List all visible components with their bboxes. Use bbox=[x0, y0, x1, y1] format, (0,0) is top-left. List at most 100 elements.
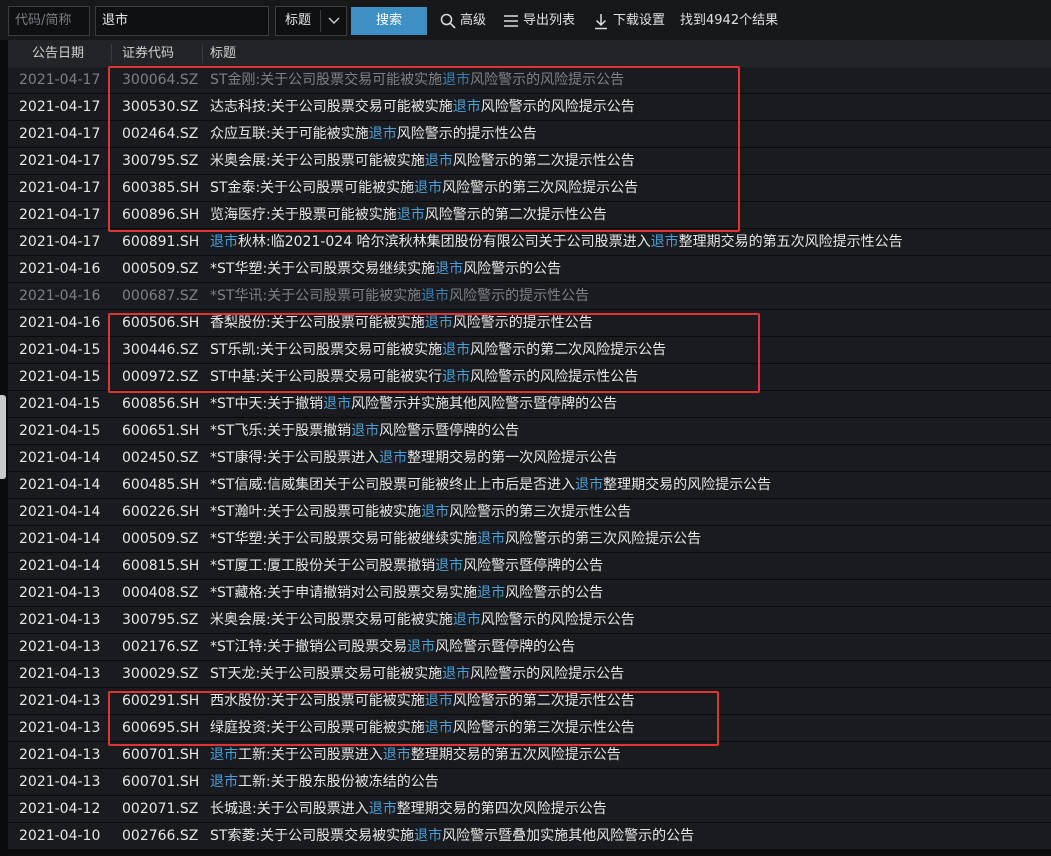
announcement-title[interactable]: *ST康得:关于公司股票进入退市整理期交易的第一次风险提示公告 bbox=[210, 445, 617, 471]
keyword-highlight: 退市 bbox=[442, 342, 471, 358]
announcement-title[interactable]: 米奥会展:关于公司股票可能被实施退市风险警示的第二次提示性公告 bbox=[210, 148, 635, 174]
table-row[interactable]: 2021-04-17 600385.SH ST金泰:关于公司股票可能被实施退市风险警… bbox=[8, 175, 1051, 201]
title-text: 整理期交易的第四次风险提示公告 bbox=[396, 801, 607, 817]
security-code: 002176.SZ bbox=[122, 639, 199, 655]
table-row[interactable]: 2021-04-15 600856.SH *ST中天:关于撤销退市风险警示并实施其他… bbox=[8, 391, 1051, 417]
announcement-date: 2021-04-12 bbox=[19, 801, 101, 817]
announcement-title[interactable]: 众应互联:关于可能被实施退市风险警示的提示性公告 bbox=[210, 121, 537, 147]
security-code: 002766.SZ bbox=[122, 828, 199, 844]
announcement-title[interactable]: ST金泰:关于公司股票可能被实施退市风险警示的第三次风险提示公告 bbox=[210, 175, 638, 201]
security-code: 300795.SZ bbox=[122, 612, 199, 628]
column-divider[interactable] bbox=[111, 44, 112, 63]
table-row[interactable]: 2021-04-13 600701.SH 退市工新:关于公司股票进入退市整理期交易的… bbox=[8, 742, 1051, 768]
sidebar-collapse-handle[interactable] bbox=[0, 395, 6, 479]
announcement-title[interactable]: 退市工新:关于公司股票进入退市整理期交易的第五次风险提示公告 bbox=[210, 742, 621, 768]
title-text: 众应互联:关于可能被实施 bbox=[210, 126, 369, 142]
announcement-title[interactable]: ST天龙:关于公司股票交易可能被实施退市风险警示的风险提示公告 bbox=[210, 661, 624, 687]
announcement-title[interactable]: *ST华塑:关于公司股票交易继续实施退市风险警示的公告 bbox=[210, 256, 561, 282]
search-field-select[interactable]: 标题 bbox=[275, 6, 347, 36]
search-button[interactable]: 搜索 bbox=[351, 7, 427, 35]
announcement-title[interactable]: 达志科技:关于公司股票交易可能被实施退市风险警示的风险提示公告 bbox=[210, 94, 635, 120]
table-row[interactable]: 2021-04-17 300530.SZ 达志科技:关于公司股票交易可能被实施退市风… bbox=[8, 94, 1051, 120]
announcement-title[interactable]: 长城退:关于公司股票进入退市整理期交易的第四次风险提示公告 bbox=[210, 796, 607, 822]
title-text: 风险警示的风险提示公告 bbox=[480, 99, 635, 115]
announcement-date: 2021-04-13 bbox=[19, 774, 101, 790]
column-header-title[interactable]: 标题 bbox=[210, 40, 236, 67]
table-row[interactable]: 2021-04-17 600896.SH 览海医疗:关于股票可能被实施退市风险警示的… bbox=[8, 202, 1051, 228]
announcement-title[interactable]: ST中基:关于公司股票交易可能被实行退市风险警示的风险提示性公告 bbox=[210, 364, 638, 390]
table-row[interactable]: 2021-04-14 600485.SH *ST信威:信威集团关于公司股票可能被终止… bbox=[8, 472, 1051, 498]
table-row[interactable]: 2021-04-16 000509.SZ *ST华塑:关于公司股票交易继续实施退市风… bbox=[8, 256, 1051, 282]
table-row[interactable]: 2021-04-13 300795.SZ 米奥会展:关于公司股票交易可能被实施退市风… bbox=[8, 607, 1051, 633]
announcement-title[interactable]: *ST藏格:关于申请撤销对公司股票交易实施退市风险警示的公告 bbox=[210, 580, 603, 606]
column-divider[interactable] bbox=[202, 44, 203, 63]
announcement-title[interactable]: 西水股份:关于公司股票可能被实施退市风险警示的第二次提示性公告 bbox=[210, 688, 635, 714]
announcement-date: 2021-04-13 bbox=[19, 585, 101, 601]
announcement-title[interactable]: ST索菱:关于公司股票交易被实施退市风险警示暨叠加实施其他风险警示的公告 bbox=[210, 823, 694, 849]
announcement-title[interactable]: ST金刚:关于公司股票交易可能被实施退市风险警示的风险提示公告 bbox=[210, 67, 624, 93]
keyword-search-input[interactable]: 退市 bbox=[95, 6, 269, 36]
announcement-date: 2021-04-13 bbox=[19, 747, 101, 763]
table-row[interactable]: 2021-04-17 300064.SZ ST金刚:关于公司股票交易可能被实施退市风… bbox=[8, 67, 1051, 93]
security-code: 600506.SH bbox=[122, 315, 200, 331]
table-row[interactable]: 2021-04-10 002766.SZ ST索菱:关于公司股票交易被实施退市风险警… bbox=[8, 823, 1051, 849]
keyword-highlight: 退市 bbox=[368, 126, 397, 142]
table-row[interactable]: 2021-04-17 300795.SZ 米奥会展:关于公司股票可能被实施退市风险警… bbox=[8, 148, 1051, 174]
announcement-title[interactable]: *ST瀚叶:关于公司股票可能被实施退市风险警示的第三次提示性公告 bbox=[210, 499, 631, 525]
keyword-highlight: 退市 bbox=[379, 450, 408, 466]
announcement-title[interactable]: *ST厦工:厦工股份关于公司股票撤销退市风险警示暨停牌的公告 bbox=[210, 553, 603, 579]
security-code: 600896.SH bbox=[122, 207, 200, 223]
announcement-title[interactable]: *ST信威:信威集团关于公司股票可能被终止上市后是否进入退市整理期交易的风险提示… bbox=[210, 472, 771, 498]
table-row[interactable]: 2021-04-14 000509.SZ *ST华塑:关于公司股票交易可能被继续实施… bbox=[8, 526, 1051, 552]
table-row[interactable]: 2021-04-16 600506.SH 香梨股份:关于公司股票可能被实施退市风险警… bbox=[8, 310, 1051, 336]
announcement-date: 2021-04-10 bbox=[19, 828, 101, 844]
announcement-title[interactable]: *ST江特:关于撤销公司股票交易退市风险警示暨停牌的公告 bbox=[210, 634, 575, 660]
announcement-title[interactable]: *ST华塑:关于公司股票交易可能被继续实施退市风险警示的第三次风险提示公告 bbox=[210, 526, 701, 552]
announcement-title[interactable]: ST乐凯:关于公司股票交易可能被实施退市风险警示的第二次风险提示公告 bbox=[210, 337, 666, 363]
column-header-code[interactable]: 证券代码 bbox=[122, 40, 174, 67]
table-row[interactable]: 2021-04-14 600815.SH *ST厦工:厦工股份关于公司股票撤销退市风… bbox=[8, 553, 1051, 579]
announcement-title[interactable]: *ST中天:关于撤销退市风险警示并实施其他风险警示暨停牌的公告 bbox=[210, 391, 617, 417]
download-settings-button[interactable]: 下载设置 bbox=[593, 7, 671, 35]
table-row[interactable]: 2021-04-14 002450.SZ *ST康得:关于公司股票进入退市整理期交易… bbox=[8, 445, 1051, 471]
column-header-date[interactable]: 公告日期 bbox=[32, 40, 84, 67]
title-text: 风险警示的风险提示公告 bbox=[470, 72, 625, 88]
advanced-search-button[interactable]: 高级 bbox=[440, 7, 490, 35]
keyword-highlight: 退市 bbox=[421, 288, 450, 304]
code-search-input[interactable]: 代码/简称 bbox=[8, 6, 90, 36]
table-row[interactable]: 2021-04-13 600695.SH 绿庭投资:关于公司股票可能被实施退市风险警… bbox=[8, 715, 1051, 741]
announcement-title[interactable]: 香梨股份:关于公司股票可能被实施退市风险警示的提示性公告 bbox=[210, 310, 593, 336]
announcement-title[interactable]: *ST华讯:关于公司股票可能被实施退市风险警示的提示性公告 bbox=[210, 283, 589, 309]
table-row[interactable]: 2021-04-13 600701.SH 退市工新:关于股东股份被冻结的公告 bbox=[8, 769, 1051, 795]
security-code: 002464.SZ bbox=[122, 126, 199, 142]
table-row[interactable]: 2021-04-12 002071.SZ 长城退:关于公司股票进入退市整理期交易的第… bbox=[8, 796, 1051, 822]
announcement-title[interactable]: 绿庭投资:关于公司股票可能被实施退市风险警示的第三次提示性公告 bbox=[210, 715, 635, 741]
table-row[interactable]: 2021-04-15 000972.SZ ST中基:关于公司股票交易可能被实行退市风… bbox=[8, 364, 1051, 390]
title-text: *ST藏格:关于申请撤销对公司股票交易实施 bbox=[210, 585, 478, 601]
export-list-button[interactable]: 导出列表 bbox=[503, 7, 583, 35]
chevron-down-icon[interactable] bbox=[328, 16, 340, 26]
table-row[interactable]: 2021-04-13 002176.SZ *ST江特:关于撤销公司股票交易退市风险警… bbox=[8, 634, 1051, 660]
export-list-label: 导出列表 bbox=[523, 13, 576, 28]
title-text: ST乐凯:关于公司股票交易可能被实施 bbox=[210, 342, 443, 358]
announcement-date: 2021-04-17 bbox=[19, 153, 101, 169]
table-row[interactable]: 2021-04-14 600226.SH *ST瀚叶:关于公司股票可能被实施退市风险… bbox=[8, 499, 1051, 525]
announcement-title[interactable]: 米奥会展:关于公司股票交易可能被实施退市风险警示的风险提示公告 bbox=[210, 607, 635, 633]
table-row[interactable]: 2021-04-17 002464.SZ 众应互联:关于可能被实施退市风险警示的提示… bbox=[8, 121, 1051, 147]
announcement-title[interactable]: 退市秋林:临2021-024 哈尔滨秋林集团股份有限公司关于公司股票进入退市整理… bbox=[210, 229, 903, 255]
announcement-title[interactable]: 览海医疗:关于股票可能被实施退市风险警示的第二次提示性公告 bbox=[210, 202, 607, 228]
announcement-title[interactable]: *ST飞乐:关于股票撤销退市风险警示暨停牌的公告 bbox=[210, 418, 519, 444]
table-row[interactable]: 2021-04-15 600651.SH *ST飞乐:关于股票撤销退市风险警示暨停牌… bbox=[8, 418, 1051, 444]
table-row[interactable]: 2021-04-13 600291.SH 西水股份:关于公司股票可能被实施退市风险警… bbox=[8, 688, 1051, 714]
table-row[interactable]: 2021-04-13 000408.SZ *ST藏格:关于申请撤销对公司股票交易实施… bbox=[8, 580, 1051, 606]
table-row[interactable]: 2021-04-15 300446.SZ ST乐凯:关于公司股票交易可能被实施退市风… bbox=[8, 337, 1051, 363]
title-text: 风险警示的公告 bbox=[463, 261, 562, 277]
search-icon bbox=[440, 13, 456, 29]
table-row[interactable]: 2021-04-17 600891.SH 退市秋林:临2021-024 哈尔滨秋林集… bbox=[8, 229, 1051, 255]
title-text: *ST华塑:关于公司股票交易继续实施 bbox=[210, 261, 436, 277]
announcement-title[interactable]: 退市工新:关于股东股份被冻结的公告 bbox=[210, 769, 439, 795]
title-text: 风险警示的提示性公告 bbox=[396, 126, 537, 142]
table-row[interactable]: 2021-04-16 000687.SZ *ST华讯:关于公司股票可能被实施退市风险… bbox=[8, 283, 1051, 309]
keyword-highlight: 退市 bbox=[650, 234, 679, 250]
table-row[interactable]: 2021-04-13 300029.SZ ST天龙:关于公司股票交易可能被实施退市风… bbox=[8, 661, 1051, 687]
